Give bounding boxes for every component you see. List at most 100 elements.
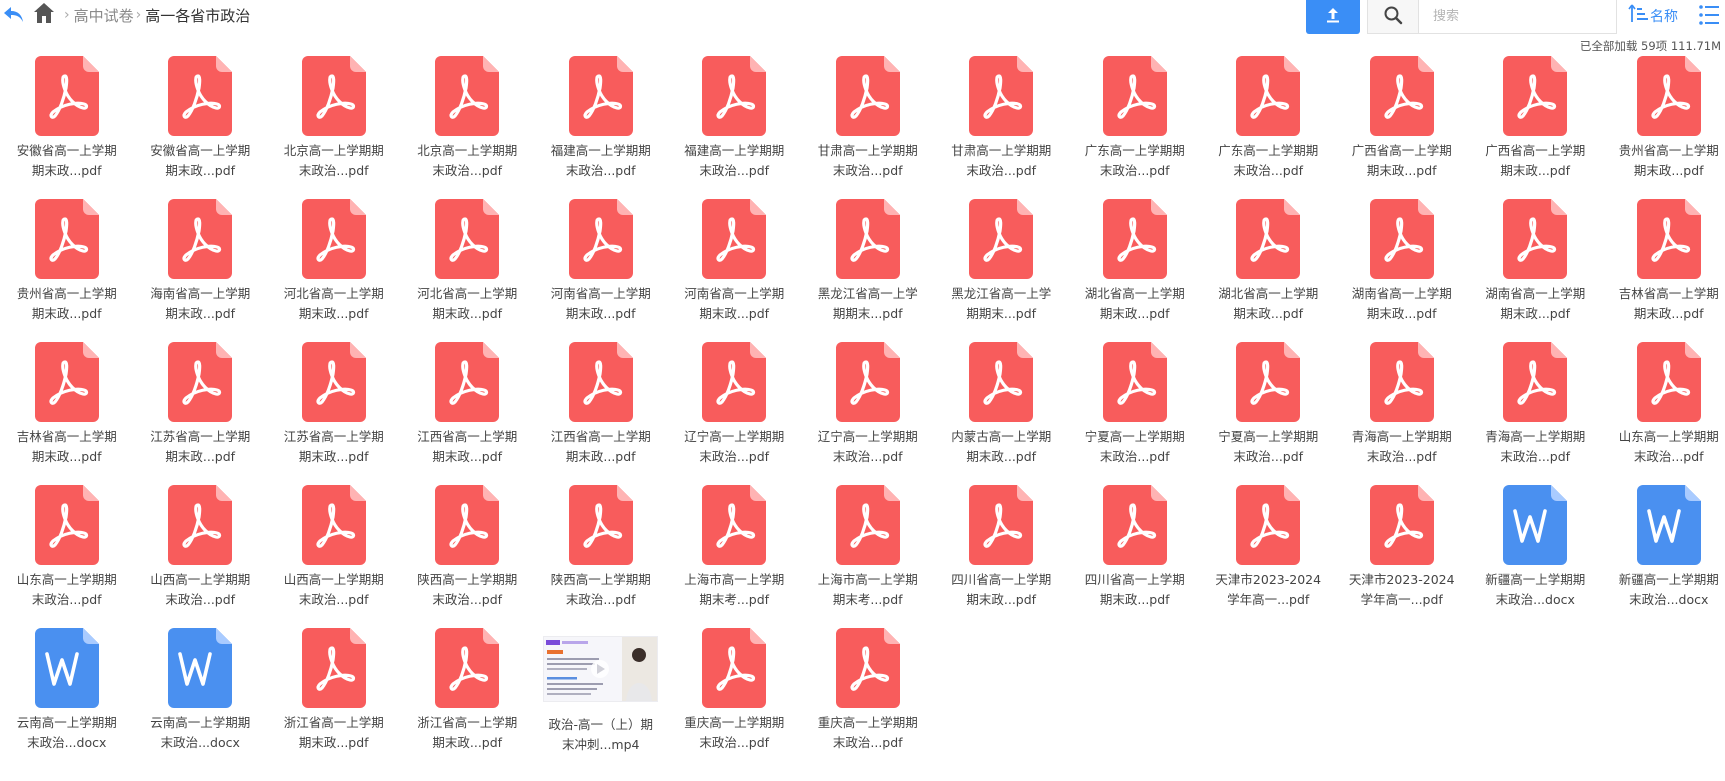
file-item[interactable]: 海南省高一上学期 期末政...pdf <box>134 199 268 342</box>
file-item[interactable]: 新疆高一上学期期 末政治...docx <box>1469 485 1603 628</box>
file-name: 湖北省高一上学期 期末政...pdf <box>1210 284 1326 323</box>
pdf-file-icon <box>1503 342 1568 422</box>
file-item[interactable]: 天津市2023-2024 学年高一...pdf <box>1335 485 1469 628</box>
search-button[interactable] <box>1368 0 1419 33</box>
file-item[interactable]: 江西省高一上学期 期末政...pdf <box>534 342 668 485</box>
file-item[interactable]: 湖北省高一上学期 期末政...pdf <box>1202 199 1336 342</box>
file-name-line-1: 广西省高一上学期 <box>1351 143 1452 158</box>
file-name-line-1: 福建高一上学期期 <box>684 143 785 158</box>
file-item[interactable]: 山西高一上学期期 末政治...pdf <box>134 485 268 628</box>
file-item[interactable]: 上海市高一上学期 期末考...pdf <box>668 485 802 628</box>
sort-ascending-icon <box>1628 3 1650 29</box>
file-name-line-2: 末政治...pdf <box>1500 448 1571 464</box>
file-item[interactable]: 贵州省高一上学期 期末政...pdf <box>1602 56 1725 199</box>
file-item[interactable]: 湖南省高一上学期 期末政...pdf <box>1335 199 1469 342</box>
file-item[interactable]: 四川省高一上学期 期末政...pdf <box>1068 485 1202 628</box>
file-item[interactable]: 河北省高一上学期 期末政...pdf <box>401 199 535 342</box>
file-name: 青海高一上学期期 末政治...pdf <box>1477 427 1593 466</box>
file-item[interactable]: 黑龙江省高一上学 期期末...pdf <box>935 199 1069 342</box>
file-item[interactable]: 四川省高一上学期 期末政...pdf <box>935 485 1069 628</box>
file-item[interactable]: 江西省高一上学期 期末政...pdf <box>401 342 535 485</box>
file-item[interactable]: 河北省高一上学期 期末政...pdf <box>267 199 401 342</box>
upload-button[interactable] <box>1306 0 1360 34</box>
file-item[interactable]: 陕西高一上学期期 末政治...pdf <box>534 485 668 628</box>
file-name-line-2: 期末政...pdf <box>565 305 636 321</box>
file-item[interactable]: 青海高一上学期期 末政治...pdf <box>1335 342 1469 485</box>
file-item[interactable]: 吉林省高一上学期 期末政...pdf <box>0 342 134 485</box>
file-item[interactable]: 广东高一上学期期 末政治...pdf <box>1068 56 1202 199</box>
pdf-file-icon <box>835 342 900 422</box>
file-item[interactable]: 内蒙古高一上学期 期末政...pdf <box>935 342 1069 485</box>
file-name: 山西高一上学期期 末政治...pdf <box>142 570 258 609</box>
file-item[interactable]: 黑龙江省高一上学 期期末...pdf <box>801 199 935 342</box>
search-input[interactable] <box>1419 0 1605 33</box>
file-item[interactable]: 青海高一上学期期 末政治...pdf <box>1469 342 1603 485</box>
file-item[interactable]: 上海市高一上学期 期末考...pdf <box>801 485 935 628</box>
file-item[interactable]: 辽宁高一上学期期 末政治...pdf <box>668 342 802 485</box>
file-item[interactable]: 湖北省高一上学期 期末政...pdf <box>1068 199 1202 342</box>
word-file-icon <box>1503 485 1568 565</box>
file-item[interactable]: 重庆高一上学期期 末政治...pdf <box>801 628 935 771</box>
file-name-line-1: 湖南省高一上学期 <box>1485 286 1586 301</box>
file-item[interactable]: 宁夏高一上学期期 末政治...pdf <box>1202 342 1336 485</box>
home-icon[interactable] <box>33 1 55 25</box>
file-name-line-1: 河南省高一上学期 <box>550 286 651 301</box>
chevron-right-icon: › <box>135 7 142 23</box>
file-name-line-1: 河北省高一上学期 <box>417 286 518 301</box>
file-item[interactable]: 贵州省高一上学期 期末政...pdf <box>0 199 134 342</box>
file-name: 上海市高一上学期 期末考...pdf <box>676 570 792 609</box>
file-item[interactable]: 河南省高一上学期 期末政...pdf <box>534 199 668 342</box>
file-item[interactable]: 山东高一上学期期 末政治...pdf <box>1602 342 1725 485</box>
pdf-file-icon <box>435 342 500 422</box>
file-name-line-2: 期末政...pdf <box>1366 305 1437 321</box>
file-item[interactable]: 天津市2023-2024 学年高一...pdf <box>1202 485 1336 628</box>
file-name: 江西省高一上学期 期末政...pdf <box>543 427 659 466</box>
file-item[interactable]: 北京高一上学期期 末政治...pdf <box>267 56 401 199</box>
file-item[interactable]: 浙江省高一上学期 期末政...pdf <box>401 628 535 771</box>
file-item[interactable]: 云南高一上学期期 末政治...docx <box>0 628 134 771</box>
file-item[interactable]: 北京高一上学期期 末政治...pdf <box>401 56 535 199</box>
back-arrow-icon[interactable] <box>2 3 26 27</box>
file-name-line-2: 期末政...pdf <box>432 448 503 464</box>
file-name-line-2: 期末政...pdf <box>966 591 1037 607</box>
file-item[interactable]: 浙江省高一上学期 期末政...pdf <box>267 628 401 771</box>
file-item[interactable]: 宁夏高一上学期期 末政治...pdf <box>1068 342 1202 485</box>
file-name: 宁夏高一上学期期 末政治...pdf <box>1210 427 1326 466</box>
file-item[interactable]: 广西省高一上学期 期末政...pdf <box>1469 56 1603 199</box>
file-item[interactable]: 甘肃高一上学期期 末政治...pdf <box>935 56 1069 199</box>
file-item[interactable]: 安徽省高一上学期 期末政...pdf <box>134 56 268 199</box>
file-item[interactable]: 河南省高一上学期 期末政...pdf <box>668 199 802 342</box>
word-file-icon <box>1636 485 1701 565</box>
sort-by-name-button[interactable]: 名称 <box>1628 3 1678 29</box>
file-item[interactable]: 福建高一上学期期 末政治...pdf <box>668 56 802 199</box>
file-item[interactable]: 甘肃高一上学期期 末政治...pdf <box>801 56 935 199</box>
file-item[interactable]: 辽宁高一上学期期 末政治...pdf <box>801 342 935 485</box>
file-item[interactable]: 福建高一上学期期 末政治...pdf <box>534 56 668 199</box>
file-item[interactable]: 吉林省高一上学期 期末政...pdf <box>1602 199 1725 342</box>
list-view-icon[interactable] <box>1697 3 1721 27</box>
file-item[interactable]: 广东高一上学期期 末政治...pdf <box>1202 56 1336 199</box>
file-name: 安徽省高一上学期 期末政...pdf <box>9 141 125 180</box>
file-name-line-2: 末冲刺...mp4 <box>562 736 640 752</box>
file-name-line-1: 江西省高一上学期 <box>550 429 651 444</box>
file-name: 黑龙江省高一上学 期期末...pdf <box>943 284 1059 323</box>
file-item[interactable]: 江苏省高一上学期 期末政...pdf <box>134 342 268 485</box>
pdf-file-icon <box>568 199 633 279</box>
file-item[interactable]: 云南高一上学期期 末政治...docx <box>134 628 268 771</box>
file-item[interactable]: 陕西高一上学期期 末政治...pdf <box>401 485 535 628</box>
file-name: 四川省高一上学期 期末政...pdf <box>943 570 1059 609</box>
file-item[interactable]: 江苏省高一上学期 期末政...pdf <box>267 342 401 485</box>
file-item[interactable]: 湖南省高一上学期 期末政...pdf <box>1469 199 1603 342</box>
file-item[interactable]: 山西高一上学期期 末政治...pdf <box>267 485 401 628</box>
breadcrumb-item-high-school-papers[interactable]: 高中试卷 <box>74 5 134 26</box>
file-item[interactable]: 政治-高一（上）期 末冲刺...mp4 <box>534 628 668 771</box>
pdf-file-icon <box>435 628 500 708</box>
file-item[interactable]: 新疆高一上学期期 末政治...docx <box>1602 485 1725 628</box>
file-item[interactable]: 山东高一上学期期 末政治...pdf <box>0 485 134 628</box>
file-name-line-2: 期末考...pdf <box>832 591 903 607</box>
file-item[interactable]: 广西省高一上学期 期末政...pdf <box>1335 56 1469 199</box>
file-item[interactable]: 重庆高一上学期期 末政治...pdf <box>668 628 802 771</box>
file-item[interactable]: 安徽省高一上学期 期末政...pdf <box>0 56 134 199</box>
pdf-file-icon <box>969 56 1034 136</box>
file-name-line-1: 上海市高一上学期 <box>684 572 785 587</box>
